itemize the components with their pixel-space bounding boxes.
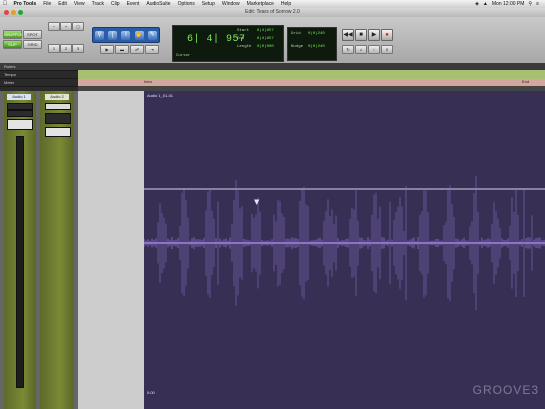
io-selector-1[interactable]: [7, 119, 33, 130]
trim-tool-icon[interactable]: [: [108, 30, 118, 40]
grid-value[interactable]: 0|0|240: [308, 32, 325, 36]
cursor-label: Cursor: [176, 54, 191, 58]
shuffle-mode-button[interactable]: SHUFFLE: [3, 30, 22, 39]
edit-mode-buttons: SHUFFLE SPOT SLIP GRID: [3, 30, 43, 60]
io-selector-2[interactable]: [45, 127, 71, 137]
meter-row[interactable]: Meter: [0, 79, 78, 87]
tempo-row[interactable]: Tempo: [0, 71, 78, 79]
mixer-strip-1: Audio 1: [4, 91, 36, 409]
stop-button[interactable]: ■: [355, 29, 367, 41]
track-name-1[interactable]: Audio 1: [7, 94, 31, 100]
start-label: Start: [237, 29, 250, 33]
tab-to-transient-button[interactable]: ⇥: [145, 45, 159, 54]
menu-setup[interactable]: Setup: [198, 0, 218, 8]
zoom-preset-2-button[interactable]: 2: [60, 44, 72, 53]
edit-window-tracks: ▼ Audio 1_01-01 0:00 GROOVE3: [78, 91, 545, 409]
marker-ruler[interactable]: Intro End: [78, 79, 545, 86]
clip-footer-label: 0:00: [147, 390, 155, 395]
spot-mode-button[interactable]: SPOT: [23, 30, 42, 39]
marker-intro[interactable]: Intro: [144, 79, 152, 84]
pencil-tool-icon[interactable]: ✎: [147, 30, 157, 40]
zoom-out-button[interactable]: −: [48, 22, 60, 31]
track-headers-column: [78, 91, 145, 409]
window-title: Edit: Tears of Sorrow 2.0: [245, 9, 300, 15]
rewind-button[interactable]: ◀◀: [342, 29, 354, 41]
count-off-button[interactable]: ♭: [368, 45, 380, 54]
watermark-text: GROOVE3: [472, 383, 539, 397]
link-button[interactable]: ☍: [130, 45, 144, 54]
click-button[interactable]: ♫: [355, 45, 367, 54]
menu-edit[interactable]: Edit: [55, 0, 71, 8]
rulers-panel: Rulers Tempo Meter: [0, 63, 78, 91]
tempo-ruler[interactable]: [78, 70, 545, 79]
menu-help[interactable]: Help: [277, 0, 294, 8]
zoomer-tool-icon[interactable]: ⚲: [95, 30, 105, 40]
menu-audiosuite[interactable]: AudioSuite: [143, 0, 174, 8]
menu-app[interactable]: Pro Tools: [10, 0, 40, 8]
zoom-in-button[interactable]: +: [60, 22, 72, 31]
spotlight-icon[interactable]: ⚲: [528, 0, 532, 8]
zoom-preset-button[interactable]: ▢: [72, 22, 84, 31]
menu-file[interactable]: File: [40, 0, 55, 8]
menu-clip[interactable]: Clip: [107, 0, 123, 8]
insert-slot-2[interactable]: [45, 103, 71, 110]
audio-clip[interactable]: ▼ Audio 1_01-01 0:00 GROOVE3: [144, 91, 545, 409]
volume-icon[interactable]: ▲: [483, 0, 488, 8]
timeline-rulers: Intro End: [78, 63, 545, 91]
length-label: Length: [237, 45, 252, 49]
menu-bar:  Pro Tools File Edit View Track Clip Ev…: [0, 0, 545, 8]
length-value[interactable]: 0|0|000: [257, 45, 274, 49]
loop-button[interactable]: ↻: [342, 45, 354, 54]
menu-event[interactable]: Event: [123, 0, 143, 8]
grid-label: Grid: [291, 32, 301, 36]
main-counter-display[interactable]: 6| 4| 957 Cursor Start 6|4|957 End 6|4|9…: [172, 25, 284, 62]
grid-mode-button[interactable]: GRID: [23, 40, 42, 49]
grabber-tool-icon[interactable]: ✋: [134, 30, 144, 40]
record-button[interactable]: ●: [381, 29, 393, 41]
end-label: End: [237, 37, 245, 41]
volume-fader-1[interactable]: [16, 136, 24, 388]
minimize-window-icon[interactable]: [11, 10, 16, 15]
scrub-tool-button[interactable]: ▶: [100, 45, 114, 54]
selector-tool-icon[interactable]: I: [121, 30, 131, 40]
nudge-value[interactable]: 0|0|240: [308, 45, 325, 49]
clip-name: Audio 1_01-01: [147, 93, 174, 98]
menu-window[interactable]: Window: [218, 0, 243, 8]
edit-tools-group: ⚲ [ I ✋ ✎: [92, 27, 160, 43]
wifi-icon[interactable]: ◈: [475, 0, 479, 8]
zoom-preset-1-button[interactable]: 1: [48, 44, 60, 53]
end-value[interactable]: 6|4|957: [257, 37, 274, 41]
grid-nudge-display: Grid 0|0|240 Nudge 0|0|240: [287, 27, 337, 61]
send-slot-1[interactable]: [7, 110, 33, 117]
waveform: ▼: [144, 175, 545, 311]
close-window-icon[interactable]: [4, 10, 9, 15]
list-icon[interactable]: ≡: [536, 0, 539, 8]
menu-track[interactable]: Track: [88, 0, 107, 8]
play-button[interactable]: ▶: [368, 29, 380, 41]
window-title-bar: Edit: Tears of Sorrow 2.0: [0, 8, 545, 17]
marker-end[interactable]: End: [522, 79, 529, 84]
edit-window-mixer-strips: Audio 1 Audio 2: [0, 91, 78, 409]
menu-view[interactable]: View: [70, 0, 88, 8]
zoom-preset-3-button[interactable]: 3: [72, 44, 84, 53]
menu-clock[interactable]: Mon 12:00 PM: [492, 0, 525, 8]
menu-options[interactable]: Options: [174, 0, 198, 8]
smart-tool-button[interactable]: ▬: [115, 45, 129, 54]
midi-merge-button[interactable]: ♯: [381, 45, 393, 54]
nudge-label: Nudge: [291, 45, 304, 49]
zoom-window-icon[interactable]: [18, 10, 23, 15]
track-name-2[interactable]: Audio 2: [45, 94, 69, 100]
rulers-row[interactable]: Rulers: [0, 63, 78, 71]
pointer-cursor-icon: ▼: [254, 198, 260, 206]
insert-slot-1[interactable]: [7, 103, 33, 110]
slip-mode-button[interactable]: SLIP: [3, 40, 22, 49]
apple-menu-icon[interactable]: : [0, 0, 10, 8]
start-value[interactable]: 6|4|957: [257, 29, 274, 33]
send-slot-2[interactable]: [45, 113, 71, 124]
menu-marketplace[interactable]: Marketplace: [243, 0, 277, 8]
mixer-strip-2: Audio 2: [40, 91, 74, 409]
edit-toolbar: SHUFFLE SPOT SLIP GRID − + ▢ 1 2 3 ⚲ [ I…: [0, 17, 545, 64]
